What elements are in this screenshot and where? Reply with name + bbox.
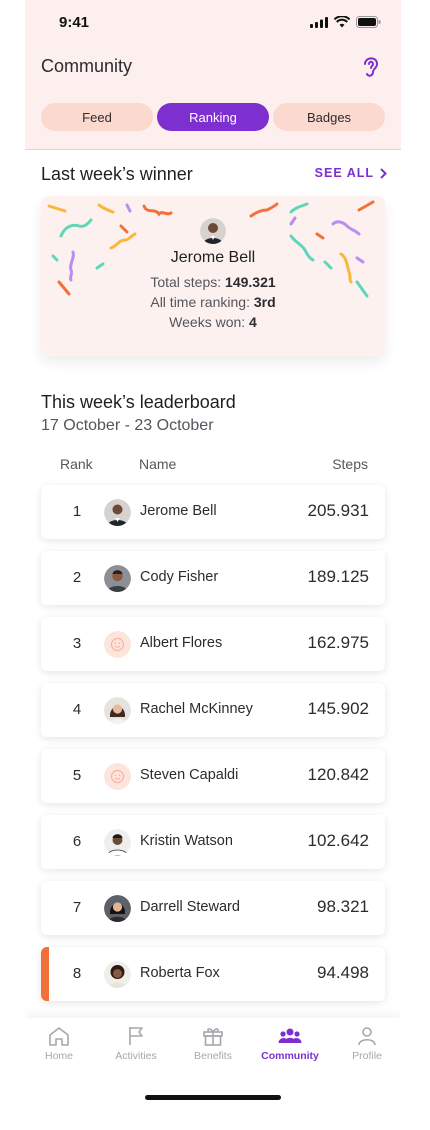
row-name: Kristin Watson	[140, 833, 233, 849]
leaderboard-row[interactable]: 3 Albert Flores 162.975	[41, 617, 385, 671]
user-avatar	[104, 895, 131, 922]
winner-ranking-value: 3rd	[253, 294, 276, 310]
row-steps: 205.931	[307, 501, 369, 520]
winner-section-title: Last week’s winner	[41, 164, 193, 184]
winner-weeks-label: Weeks won:	[169, 314, 246, 330]
profile-icon	[358, 1027, 376, 1046]
column-header-rank: Rank	[60, 456, 93, 472]
nav-activities[interactable]: Activities	[100, 1026, 172, 1062]
leaderboard-row[interactable]: 4 Rachel McKinney 145.902	[41, 683, 385, 737]
winner-total-steps: Total steps: 149.321	[41, 274, 385, 290]
gift-icon	[203, 1028, 223, 1046]
nav-label: Profile	[352, 1050, 382, 1062]
leaderboard-row[interactable]: 1 Jerome Bell 205.931	[41, 485, 385, 539]
header: 9:41 Community Feed Ranking Badges	[25, 0, 401, 150]
row-steps: 162.975	[307, 633, 369, 652]
status-icons	[310, 16, 381, 28]
home-indicator	[145, 1095, 281, 1100]
flag-icon	[129, 1027, 143, 1045]
tab-ranking[interactable]: Ranking	[157, 103, 269, 131]
nav-label: Activities	[115, 1050, 157, 1062]
column-header-name: Name	[139, 456, 177, 472]
user-avatar	[104, 961, 131, 988]
tab-feed[interactable]: Feed	[41, 103, 153, 131]
row-rank: 7	[72, 899, 82, 916]
row-rank: 4	[72, 701, 82, 718]
row-name: Jerome Bell	[140, 503, 217, 519]
row-rank: 3	[72, 635, 82, 652]
row-name: Cody Fisher	[140, 569, 219, 585]
nav-home[interactable]: Home	[25, 1026, 95, 1062]
row-name: Roberta Fox	[140, 965, 220, 981]
tabs: Feed Ranking Badges	[41, 103, 385, 131]
nav-label: Community	[261, 1050, 319, 1062]
winner-total-steps-value: 149.321	[225, 274, 276, 290]
wifi-icon	[334, 16, 350, 28]
battery-icon	[356, 16, 381, 28]
leaderboard-row[interactable]: 7 Darrell Steward 98.321	[41, 881, 385, 935]
tab-badges[interactable]: Badges	[273, 103, 385, 131]
winner-ranking: All time ranking: 3rd	[41, 294, 385, 310]
user-avatar	[104, 499, 131, 526]
user-avatar	[104, 697, 131, 724]
nav-label: Benefits	[194, 1050, 232, 1062]
nav-profile[interactable]: Profile	[331, 1026, 401, 1062]
winner-card[interactable]: Jerome Bell Total steps: 149.321 All tim…	[41, 196, 385, 356]
leaderboard-row-current-user[interactable]: 8 Roberta Fox 94.498	[41, 947, 385, 1001]
nav-community[interactable]: Community	[254, 1026, 326, 1062]
home-icon	[49, 1027, 69, 1046]
winner-name: Jerome Bell	[170, 249, 256, 266]
leaderboard-title: This week’s leaderboard	[41, 392, 236, 412]
row-steps: 94.498	[317, 963, 369, 982]
ear-icon[interactable]	[359, 53, 383, 79]
row-rank: 2	[72, 569, 82, 586]
row-name: Albert Flores	[140, 635, 223, 651]
leaderboard-row[interactable]: 5 Steven Capaldi 120.842	[41, 749, 385, 803]
signal-icon	[310, 16, 328, 28]
row-steps: 145.902	[307, 699, 369, 718]
smiley-avatar-placeholder	[104, 763, 131, 790]
leaderboard-row[interactable]: 2 Cody Fisher 189.125	[41, 551, 385, 605]
see-all-link[interactable]: SEE ALL	[315, 166, 387, 180]
winner-weeks-won: Weeks won: 4	[41, 314, 385, 330]
row-name: Darrell Steward	[140, 899, 240, 915]
nav-benefits[interactable]: Benefits	[177, 1026, 249, 1062]
row-steps: 102.642	[307, 831, 369, 850]
user-avatar	[104, 565, 131, 592]
phone-screen: 9:41 Community Feed Ranking Badges Last …	[25, 0, 401, 1108]
user-avatar	[104, 829, 131, 856]
row-name: Rachel McKinney	[140, 701, 253, 717]
row-rank: 5	[72, 767, 82, 784]
nav-label: Home	[44, 1050, 73, 1062]
row-steps: 98.321	[317, 897, 369, 916]
winner-total-steps-label: Total steps:	[150, 274, 222, 290]
row-steps: 189.125	[307, 567, 369, 586]
community-icon	[278, 1028, 302, 1043]
see-all-label: SEE ALL	[314, 166, 374, 180]
winner-avatar	[200, 218, 226, 244]
column-header-steps: Steps	[332, 456, 368, 472]
row-rank: 1	[72, 503, 82, 520]
leaderboard-date-range: 17 October - 23 October	[41, 417, 214, 434]
leaderboard-row[interactable]: 6 Kristin Watson 102.642	[41, 815, 385, 869]
page-title: Community	[41, 56, 133, 76]
row-rank: 8	[72, 965, 82, 982]
chevron-right-icon	[380, 167, 387, 179]
smiley-avatar-placeholder	[104, 631, 131, 658]
winner-weeks-value: 4	[249, 314, 257, 330]
row-steps: 120.842	[307, 765, 369, 784]
winner-ranking-label: All time ranking:	[150, 294, 250, 310]
row-name: Steven Capaldi	[140, 767, 239, 783]
row-rank: 6	[72, 833, 82, 850]
status-time: 9:41	[59, 14, 90, 31]
